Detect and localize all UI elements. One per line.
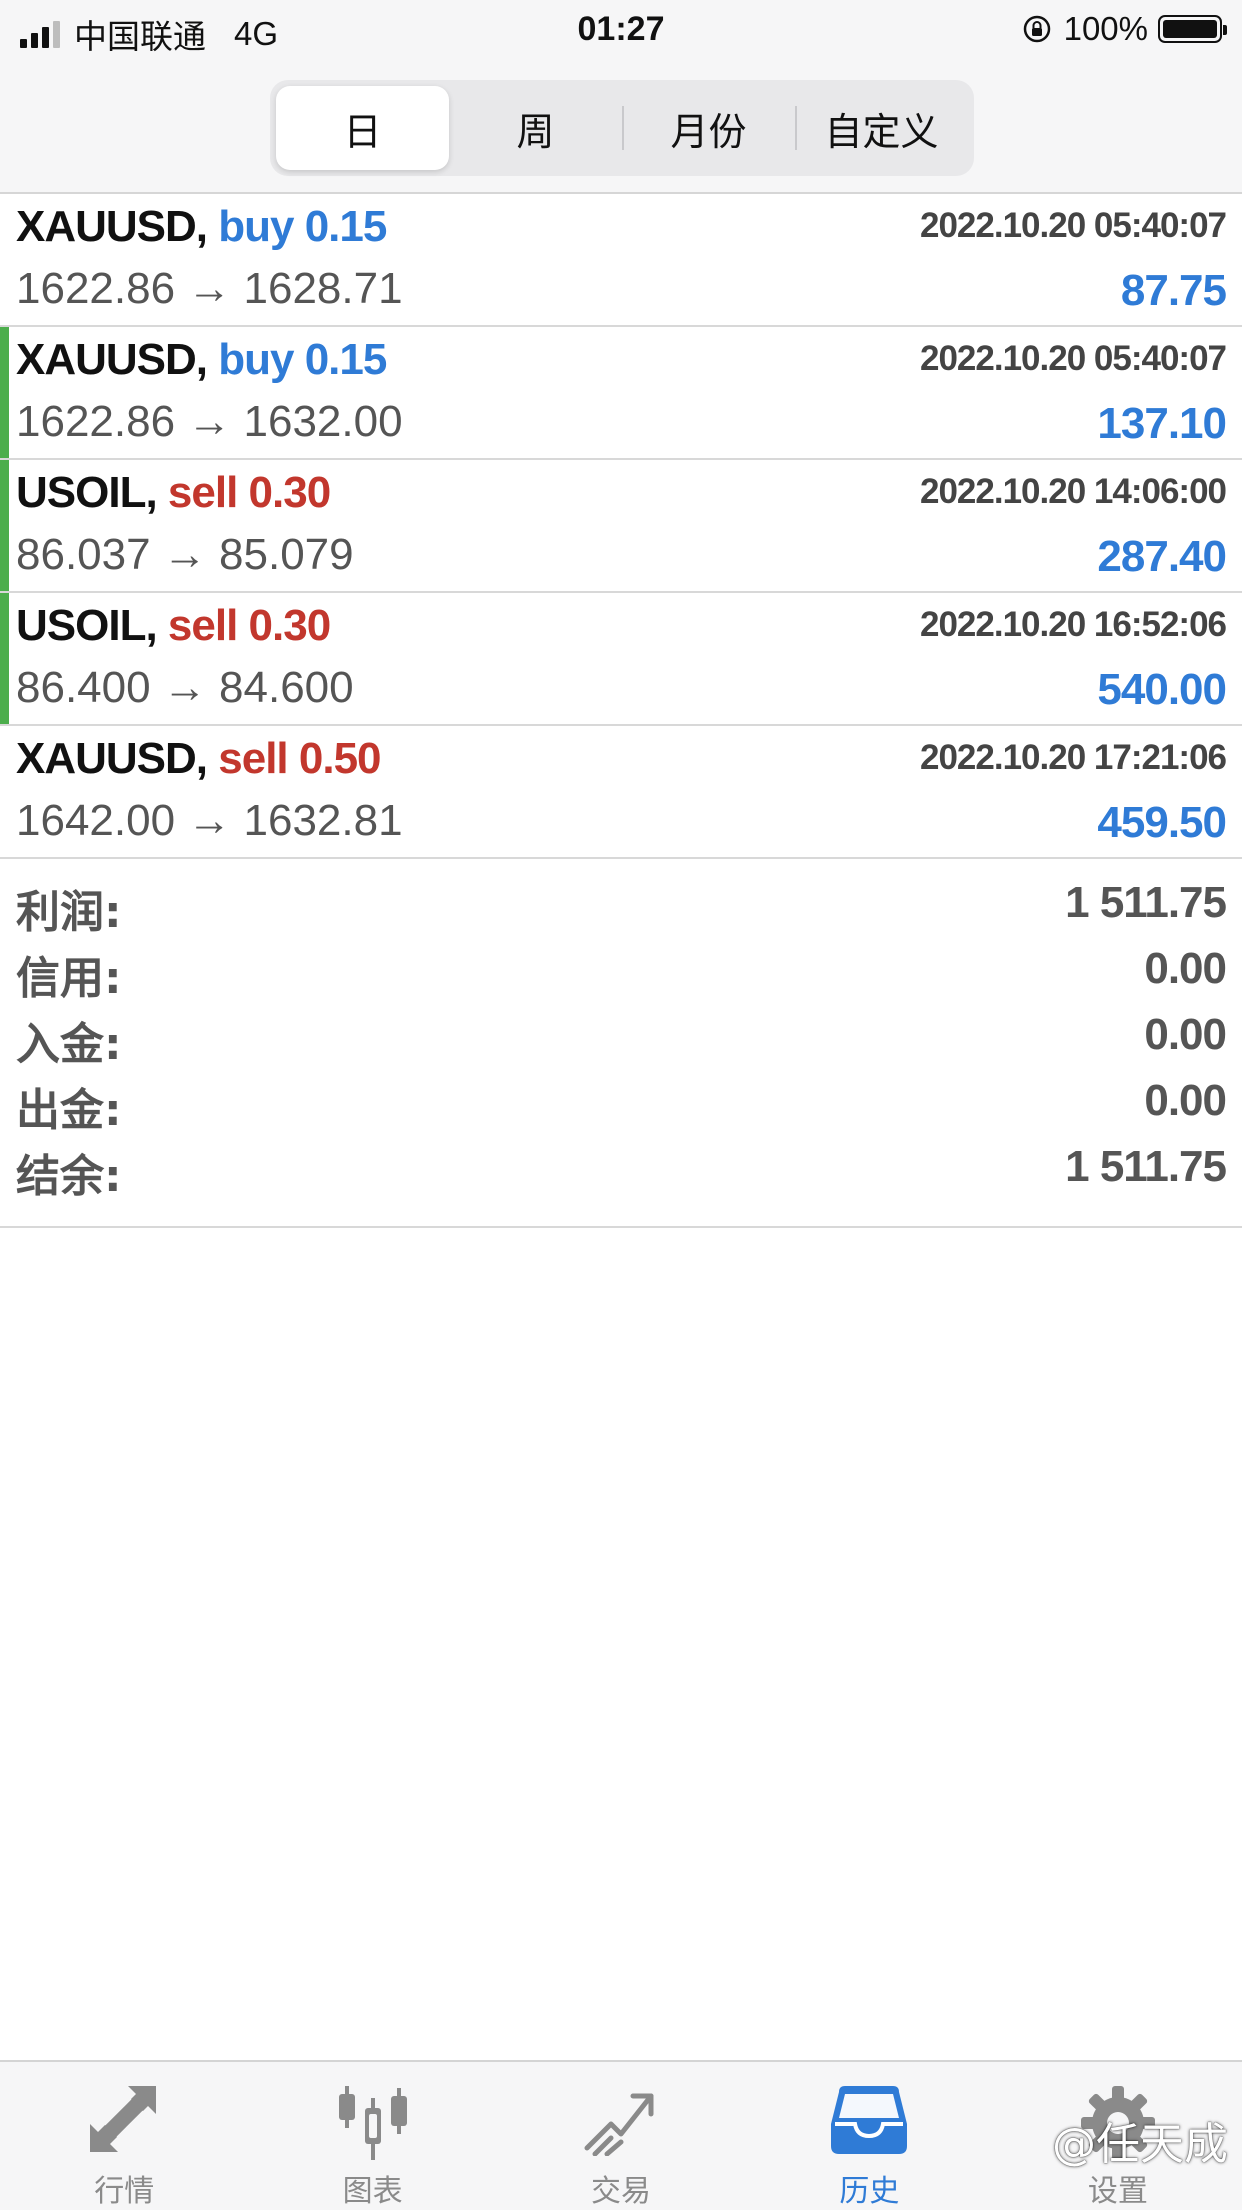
trade-row[interactable]: USOIL, sell 0.30 2022.10.20 16:52:06 86.… xyxy=(0,593,1242,726)
trade-row[interactable]: XAUUSD, buy 0.15 2022.10.20 05:40:07 162… xyxy=(0,327,1242,460)
summary-value: 0.00 xyxy=(1144,1010,1227,1059)
trade-time: 2022.10.20 05:40:07 xyxy=(920,339,1227,378)
trade-title: USOIL, sell 0.30 xyxy=(16,468,331,518)
summary-value: 1 511.75 xyxy=(1065,878,1227,927)
segment-week[interactable]: 周 xyxy=(449,86,622,170)
tab-label: 历史 xyxy=(839,2174,900,2209)
summary-value: 0.00 xyxy=(1144,944,1227,993)
tab-label: 图表 xyxy=(342,2174,403,2209)
trade-side: buy 0.15 xyxy=(218,335,387,384)
trade-time: 2022.10.20 05:40:07 xyxy=(920,206,1227,245)
rotation-lock-icon xyxy=(1023,15,1050,43)
trade-prices: 1622.86 → 1628.71 xyxy=(16,264,403,313)
trade-side: sell 0.50 xyxy=(218,734,381,783)
trade-profit: 137.10 xyxy=(1097,399,1227,448)
quotes-arrows-icon xyxy=(90,2086,157,2152)
tab-history[interactable]: 历史 xyxy=(745,2062,993,2210)
trade-side: buy 0.15 xyxy=(218,202,387,251)
trade-trend-icon xyxy=(584,2093,654,2156)
status-bar: 中国联通 4G 01:27 100% xyxy=(0,0,1242,62)
summary-label: 入金: xyxy=(16,1019,122,1070)
summary-row-withdrawal: 出金: 0.00 xyxy=(0,1066,1242,1136)
account-summary: 利润: 1 511.75 信用: 0.00 入金: 0.00 出金: 0.00 … xyxy=(0,868,1242,1228)
trade-history-list: XAUUSD, buy 0.15 2022.10.20 05:40:07 162… xyxy=(0,194,1242,859)
trade-symbol: XAUUSD, xyxy=(16,202,208,251)
trade-prices: 86.400 → 84.600 xyxy=(16,663,354,712)
trade-side: sell 0.30 xyxy=(167,601,331,650)
trade-side: sell 0.30 xyxy=(167,468,331,517)
tab-label: 行情 xyxy=(94,2174,155,2209)
trade-title: USOIL, sell 0.30 xyxy=(16,601,331,651)
tab-charts[interactable]: 图表 xyxy=(248,2062,496,2210)
summary-row-deposit: 入金: 0.00 xyxy=(0,1000,1242,1070)
segment-custom[interactable]: 自定义 xyxy=(795,86,968,170)
tab-label: 交易 xyxy=(591,2174,652,2209)
trade-symbol: USOIL, xyxy=(16,468,158,517)
trade-title: XAUUSD, buy 0.15 xyxy=(16,335,387,385)
summary-row-balance: 结余: 1 511.75 xyxy=(0,1132,1242,1202)
trade-row[interactable]: XAUUSD, sell 0.50 2022.10.20 17:21:06 16… xyxy=(0,726,1242,859)
segment-day[interactable]: 日 xyxy=(276,86,449,170)
summary-value: 1 511.75 xyxy=(1065,1142,1227,1191)
summary-label: 利润: xyxy=(16,887,122,938)
summary-label: 出金: xyxy=(16,1085,122,1136)
trade-symbol: XAUUSD, xyxy=(16,335,208,384)
status-right: 100% xyxy=(1022,10,1227,48)
trade-time: 2022.10.20 16:52:06 xyxy=(920,605,1227,644)
trade-row[interactable]: USOIL, sell 0.30 2022.10.20 14:06:00 86.… xyxy=(0,460,1242,593)
history-inbox-icon xyxy=(831,2086,908,2154)
trade-profit: 287.40 xyxy=(1097,532,1227,581)
period-segmented-control: 日 周 月份 自定义 xyxy=(270,80,974,176)
trade-title: XAUUSD, sell 0.50 xyxy=(16,734,382,784)
summary-value: 0.00 xyxy=(1144,1076,1227,1125)
tab-trade[interactable]: 交易 xyxy=(497,2062,745,2210)
tab-label: 设置 xyxy=(1087,2174,1148,2209)
summary-row-profit: 利润: 1 511.75 xyxy=(0,868,1242,938)
segment-month[interactable]: 月份 xyxy=(622,86,795,170)
trade-profit: 87.75 xyxy=(1120,266,1227,315)
trade-profit: 459.50 xyxy=(1097,798,1227,847)
period-header: 日 周 月份 自定义 xyxy=(0,62,1242,194)
trade-time: 2022.10.20 17:21:06 xyxy=(920,738,1227,777)
watermark-text: @任天成 xyxy=(1052,2119,1228,2170)
summary-label: 信用: xyxy=(16,953,122,1004)
trade-prices: 86.037 → 85.079 xyxy=(16,530,354,579)
trade-time: 2022.10.20 14:06:00 xyxy=(920,472,1227,511)
trade-profit: 540.00 xyxy=(1097,665,1227,714)
trade-symbol: XAUUSD, xyxy=(16,734,208,783)
trade-title: XAUUSD, buy 0.15 xyxy=(16,202,387,252)
trade-prices: 1642.00 → 1632.81 xyxy=(16,796,403,845)
trade-prices: 1622.86 → 1632.00 xyxy=(16,397,403,446)
trade-symbol: USOIL, xyxy=(16,601,158,650)
battery-icon xyxy=(1158,15,1227,43)
trade-row[interactable]: XAUUSD, buy 0.15 2022.10.20 05:40:07 162… xyxy=(0,194,1242,327)
battery-percent: 100% xyxy=(1063,10,1148,47)
summary-row-credit: 信用: 0.00 xyxy=(0,934,1242,1004)
summary-label: 结余: xyxy=(16,1151,122,1202)
candlestick-chart-icon xyxy=(338,2086,407,2160)
tab-quotes[interactable]: 行情 xyxy=(0,2062,248,2210)
